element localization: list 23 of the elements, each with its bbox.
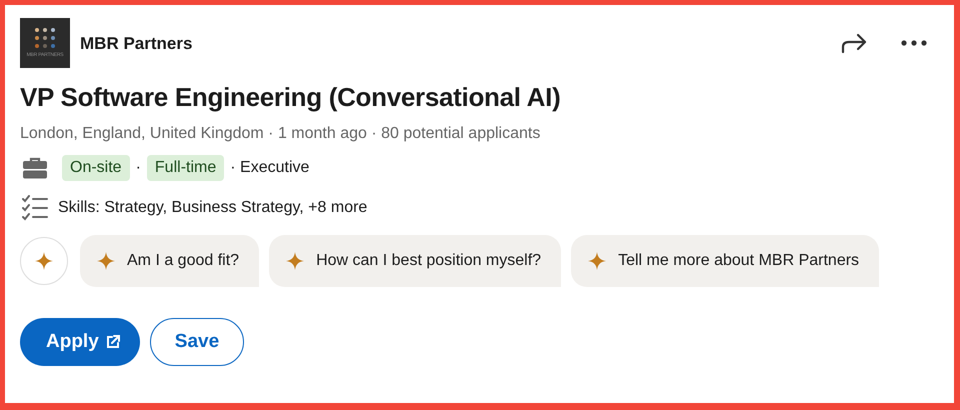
external-link-icon <box>106 335 120 349</box>
checklist-icon <box>22 195 48 221</box>
sparkle-icon <box>286 252 304 270</box>
save-button[interactable]: Save <box>150 318 244 366</box>
seniority-level: · Executive <box>230 159 310 177</box>
more-options-icon[interactable] <box>901 40 927 46</box>
sparkle-icon <box>97 252 115 270</box>
briefcase-icon <box>22 157 48 179</box>
skills-summary[interactable]: Skills: Strategy, Business Strategy, +8 more <box>58 199 368 217</box>
separator-dot: · <box>136 159 141 177</box>
suggested-prompt[interactable]: How can I best position myself? <box>269 235 562 287</box>
share-icon[interactable] <box>839 32 869 54</box>
suggested-prompt[interactable]: Tell me more about MBR Partners <box>571 235 880 287</box>
job-title: VP Software Engineering (Conversational AI) <box>20 81 562 114</box>
workplace-tag: Full-time <box>146 155 224 181</box>
company-name[interactable]: MBR Partners <box>80 34 192 54</box>
sparkle-icon <box>588 252 606 270</box>
ai-assist-button[interactable] <box>20 237 68 285</box>
suggested-prompt[interactable]: Am I a good fit? <box>80 235 260 287</box>
job-meta: London, England, United Kingdom · 1 month ago · 80 potential applicants <box>20 125 542 143</box>
sparkle-icon <box>35 252 53 270</box>
workplace-tag: On-site <box>62 155 130 181</box>
apply-button[interactable]: Apply <box>20 318 140 366</box>
